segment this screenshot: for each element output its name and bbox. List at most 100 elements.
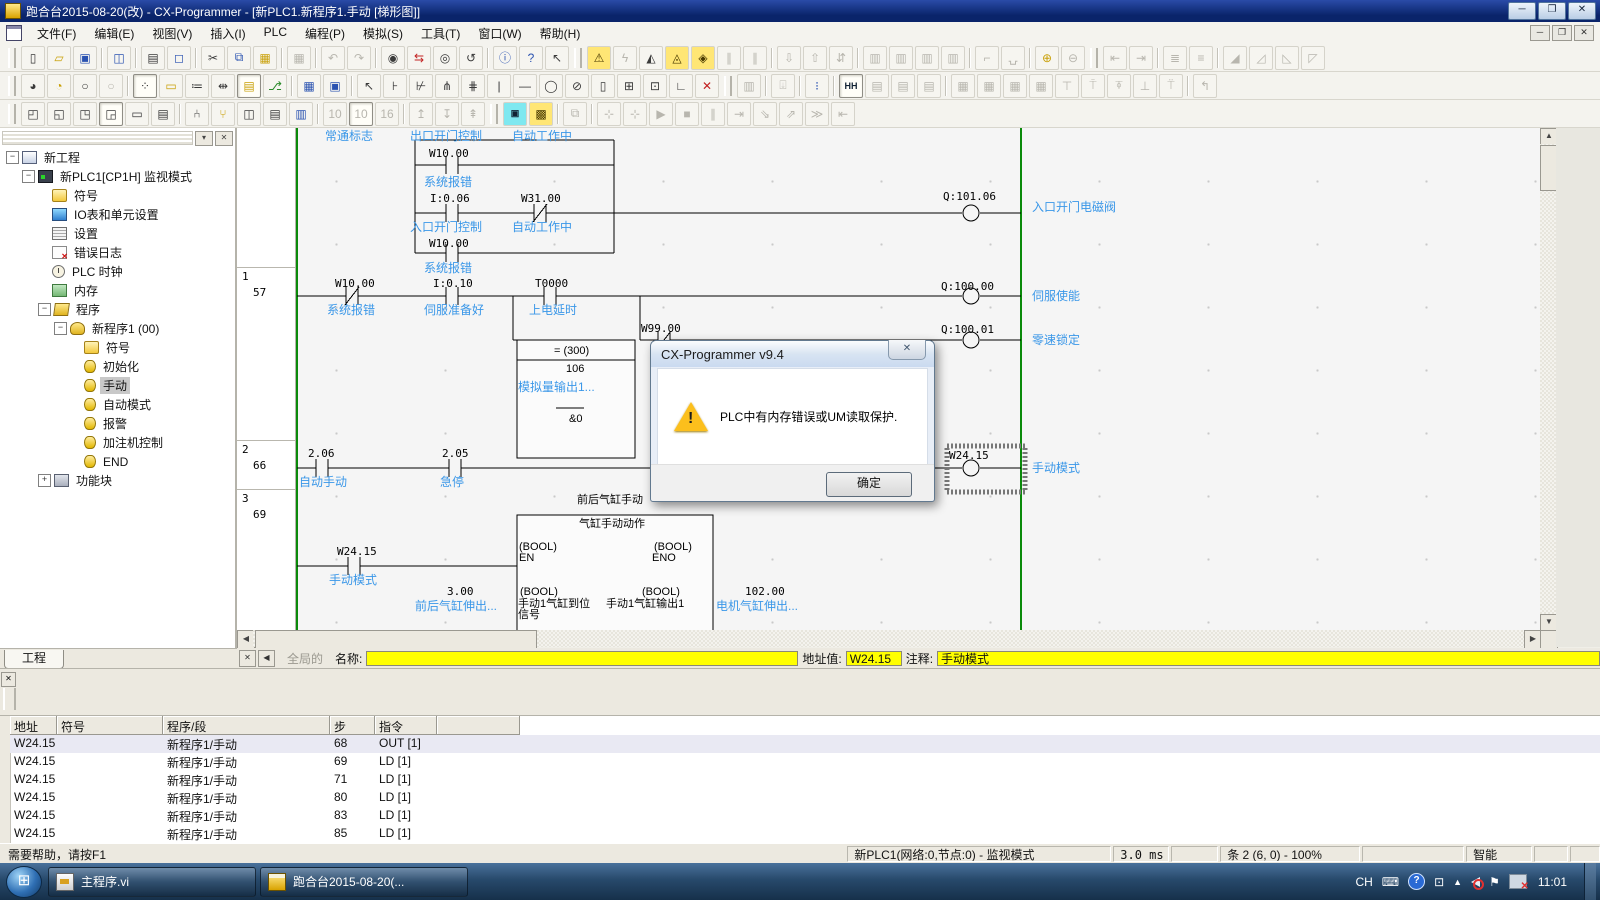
trigger-pause-icon[interactable]: ⊹ — [623, 102, 647, 126]
set-value-icon[interactable]: ↥ — [409, 102, 433, 126]
tree-item-内存[interactable]: 内存 — [0, 281, 237, 300]
menu-4[interactable]: 插入(I) — [201, 23, 254, 44]
minimize-button[interactable]: ─ — [1508, 2, 1536, 20]
step-out-icon[interactable]: ⇗ — [779, 102, 803, 126]
timer-set-1-icon[interactable]: ⊤ — [1055, 74, 1079, 98]
dialog-close-button[interactable]: ✕ — [888, 340, 926, 360]
menu-2[interactable]: 编辑(E) — [85, 23, 143, 44]
timer-set-4-icon[interactable]: ⊥ — [1133, 74, 1157, 98]
run-mode-icon[interactable]: ▥ — [941, 46, 965, 70]
delete-icon[interactable]: ✕ — [695, 74, 719, 98]
pause-a-icon[interactable]: ∥ — [717, 46, 741, 70]
print-preview-icon[interactable]: ◻ — [167, 46, 191, 70]
symbol-bar-collapse-button[interactable]: ◀ — [258, 650, 275, 667]
column-header-指令[interactable]: 指令 — [375, 716, 437, 735]
symbol-hierarchy-icon[interactable]: ⎇ — [263, 74, 287, 98]
step-chart-icon[interactable]: ⌐ — [975, 46, 999, 70]
copy-icon[interactable]: ⧉ — [227, 46, 251, 70]
insert-rung-icon[interactable]: ⍗ — [771, 74, 795, 98]
delete-line-icon[interactable]: ∟ — [669, 74, 693, 98]
timer-set-5-icon[interactable]: ⍡ — [1159, 74, 1183, 98]
toolbar-handle[interactable] — [8, 104, 16, 124]
monitor-table-icon[interactable]: ▦ — [297, 74, 321, 98]
force-cancel-icon[interactable]: ⇞ — [461, 102, 485, 126]
simulate-pause-icon[interactable]: ∥ — [701, 102, 725, 126]
diff-monitor-3-icon[interactable]: ▦ — [1003, 74, 1027, 98]
tree-item-功能块[interactable]: +功能块 — [0, 471, 237, 490]
force-off-icon[interactable]: ⊖ — [1061, 46, 1085, 70]
menu-7[interactable]: 模拟(S) — [354, 23, 412, 44]
fb-invoke-icon[interactable]: ⊞ — [617, 74, 641, 98]
taskbar-app-labview[interactable]: 主程序.vi — [48, 867, 256, 897]
print-icon[interactable]: ▤ — [141, 46, 165, 70]
collapse-icon[interactable]: − — [6, 151, 19, 164]
pause-b-icon[interactable]: ∥ — [743, 46, 767, 70]
save-project-icon[interactable]: ▣ — [73, 46, 97, 70]
program-mode-icon[interactable]: ▥ — [915, 46, 939, 70]
cut-icon[interactable]: ✂ — [201, 46, 225, 70]
diff-monitor-4-icon[interactable]: ▦ — [1029, 74, 1053, 98]
volume-muted-icon[interactable] — [1471, 877, 1480, 887]
paste-attributes-icon[interactable]: ▦ — [287, 46, 311, 70]
vertical-line-icon[interactable]: | — [487, 74, 511, 98]
language-indicator[interactable]: CH — [1355, 875, 1372, 889]
toolbar-handle[interactable] — [1090, 48, 1098, 68]
cascade-windows-icon[interactable]: ◳ — [73, 102, 97, 126]
fb-parameter-icon[interactable]: ⊡ — [643, 74, 667, 98]
window-switch-icon[interactable]: ⊡ — [1434, 875, 1444, 889]
tree-item-初始化[interactable]: 初始化 — [0, 357, 237, 376]
child-close-button[interactable]: ✕ — [1574, 25, 1594, 41]
collapse-icon[interactable]: − — [22, 170, 35, 183]
column-header-地址[interactable]: 地址 — [10, 716, 57, 735]
tile-windows-icon[interactable]: ◲ — [99, 102, 123, 126]
online-edit-compile-icon[interactable]: ϟ — [613, 46, 637, 70]
go-next-icon[interactable]: ◺ — [1275, 46, 1299, 70]
context-help-icon[interactable]: ↖ — [545, 46, 569, 70]
tree-item-程序[interactable]: −程序 — [0, 300, 237, 319]
timer-set-3-icon[interactable]: ⍕ — [1107, 74, 1131, 98]
collapse-icon[interactable]: − — [54, 322, 67, 335]
show-rung-comment-icon[interactable]: ▭ — [159, 74, 183, 98]
taskbar-app-cx-programmer[interactable]: 跑合台2015-08-20(... — [260, 867, 468, 897]
tree-item-错误日志[interactable]: 错误日志 — [0, 243, 237, 262]
fb-library-icon[interactable]: ⁝ — [805, 74, 829, 98]
hexadecimal-icon[interactable]: 16 — [375, 102, 399, 126]
indent-left-icon[interactable]: ⇤ — [1103, 46, 1127, 70]
select-mode-icon[interactable]: ↖ — [357, 74, 381, 98]
collapse-icon[interactable]: − — [38, 303, 51, 316]
xref-row[interactable]: W24.15新程序1/手动68OUT [1] — [10, 735, 1600, 753]
instruction-box-icon[interactable]: ▯ — [591, 74, 615, 98]
tree-item-符号[interactable]: 符号 — [0, 338, 237, 357]
transfer-to-plc-icon[interactable]: ⇩ — [777, 46, 801, 70]
contact-nc-icon[interactable]: ⊬ — [409, 74, 433, 98]
close-button[interactable]: ✕ — [1568, 2, 1596, 20]
compare-with-plc-icon[interactable]: ⇵ — [829, 46, 853, 70]
menu-1[interactable]: 文件(F) — [28, 23, 85, 44]
timer-set-2-icon[interactable]: ⍑ — [1081, 74, 1105, 98]
step-run-icon[interactable]: ⇥ — [727, 102, 751, 126]
xref-row[interactable]: W24.15新程序1/手动80LD [1] — [10, 789, 1600, 807]
print-setup-icon[interactable]: ◫ — [107, 46, 131, 70]
rung-wrap-icon[interactable]: ≣ — [1163, 46, 1187, 70]
keyboard-icon[interactable]: ⌨ — [1382, 875, 1399, 889]
menu-9[interactable]: 窗口(W) — [469, 23, 530, 44]
menu-6[interactable]: 编程(P) — [296, 23, 354, 44]
retrace-icon[interactable]: ↺ — [459, 46, 483, 70]
tree-item-自动模式[interactable]: 自动模式 — [0, 395, 237, 414]
child-restore-button[interactable]: ❐ — [1552, 25, 1572, 41]
show-rung-list-icon[interactable]: ≔ — [185, 74, 209, 98]
contact-or-nc-icon[interactable]: ⋕ — [461, 74, 485, 98]
sync-transfer-icon[interactable]: ⧉ — [563, 102, 587, 126]
pause-monitoring-icon[interactable]: ⊹ — [597, 102, 621, 126]
xref-row[interactable]: W24.15新程序1/手动85LD [1] — [10, 825, 1600, 843]
zoom-fit-icon[interactable]: ○ — [99, 74, 123, 98]
network-disconnected-icon[interactable] — [1509, 874, 1527, 889]
panel-close-button[interactable]: ✕ — [1, 672, 16, 687]
zoom-100-icon[interactable]: ○ — [73, 74, 97, 98]
simulator-settings-icon[interactable]: ▩ — [529, 102, 553, 126]
tree-item-设置[interactable]: 设置 — [0, 224, 237, 243]
go-first-icon[interactable]: ◢ — [1223, 46, 1247, 70]
address-reference-tool-icon[interactable]: ⑂ — [211, 102, 235, 126]
monitor-z-icon[interactable]: ▤ — [865, 74, 889, 98]
tree-item-手动[interactable]: 手动 — [0, 376, 237, 395]
